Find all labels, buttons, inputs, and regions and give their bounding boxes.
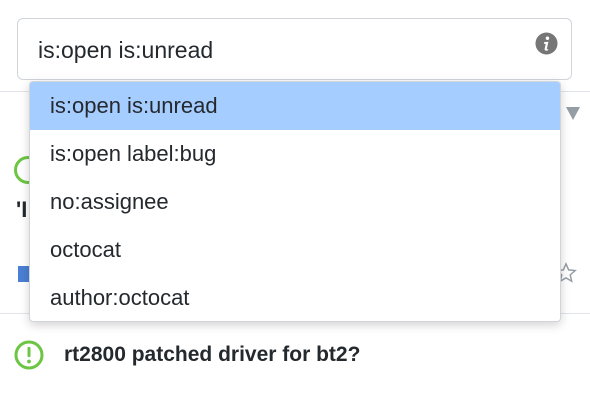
partial-issue-text: 'I	[16, 197, 28, 222]
issue-list-item: rt2800 patched driver for bt2?	[14, 337, 574, 373]
issue-title-link[interactable]: rt2800 patched driver for bt2?	[64, 343, 360, 367]
suggestion-item[interactable]: is:open label:bug	[30, 130, 560, 178]
search-input-value[interactable]: is:open is:unread	[38, 36, 213, 64]
search-input[interactable]: is:open is:unread	[17, 18, 572, 80]
caret-down-icon[interactable]	[566, 107, 580, 120]
suggestion-item[interactable]: is:open is:unread	[30, 82, 560, 130]
issue-opened-icon	[14, 340, 44, 370]
suggestion-item[interactable]: author:octocat	[30, 274, 560, 321]
suggestion-item[interactable]: octocat	[30, 226, 560, 274]
search-suggestions-dropdown: is:open is:unread is:open label:bug no:a…	[29, 81, 561, 322]
suggestion-item[interactable]: no:assignee	[30, 178, 560, 226]
info-icon[interactable]	[535, 32, 558, 55]
